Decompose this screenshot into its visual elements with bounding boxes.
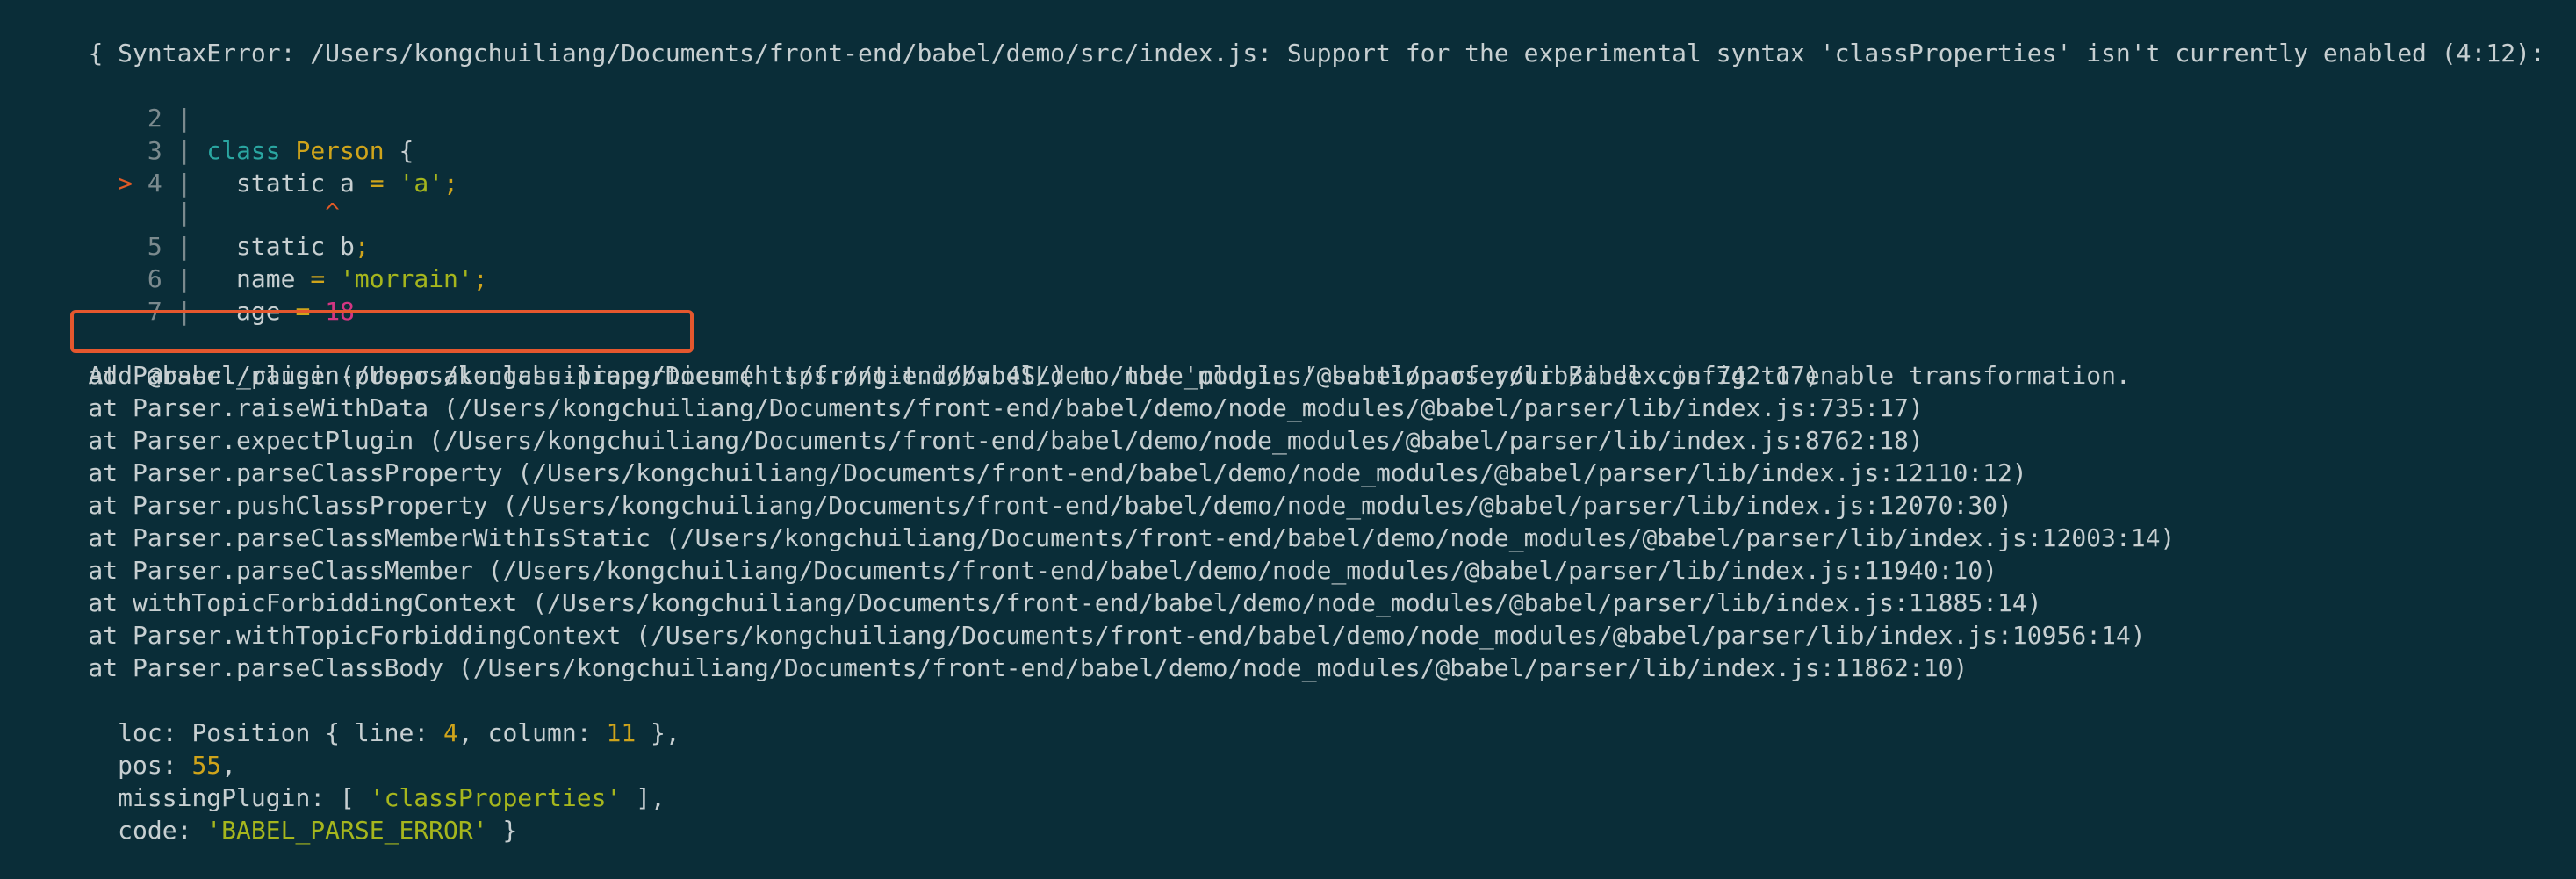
error-header: { SyntaxError: /Users/kongchuiliang/Docu… — [29, 4, 2544, 68]
plugin-highlight-box — [70, 310, 694, 353]
stack-frame: at Parser.parseClassMember (/Users/kongc… — [29, 556, 1998, 585]
stack-frame: at Parser.raiseWithData (/Users/kongchui… — [29, 393, 1924, 422]
code-line-7: 7 | age = 18 — [29, 263, 355, 326]
stack-frame: at Parser._raise (/Users/kongchuiliang/D… — [29, 361, 1820, 390]
prop-loc: loc: Position { line: 4, column: 11 }, — [88, 718, 680, 747]
code-line-3: 3 | class Person { — [29, 102, 414, 165]
code-line-5: 5 | static b; — [29, 198, 370, 261]
prop-pos: pos: 55, — [88, 751, 237, 780]
code-line-2: 2 | — [29, 69, 192, 133]
error-header-text: { SyntaxError: /Users/kongchuiliang/Docu… — [88, 39, 2545, 68]
stack-frame: at Parser.parseClassBody (/Users/kongchu… — [29, 653, 1968, 682]
stack-frame: at Parser.pushClassProperty (/Users/kong… — [29, 491, 2012, 520]
prop-missing-plugin: missingPlugin: [ 'classProperties' ], — [88, 783, 666, 812]
terminal-output: { SyntaxError: /Users/kongchuiliang/Docu… — [0, 0, 2576, 845]
stack-frame: at Parser.parseClassProperty (/Users/kon… — [29, 458, 2027, 487]
prop-code: code: 'BABEL_PARSE_ERROR' } — [88, 816, 518, 845]
code-line-4: > 4 | static a = 'a'; — [118, 169, 458, 198]
stack-frame: at Parser.withTopicForbiddingContext (/U… — [29, 621, 2146, 650]
code-line-6: 6 | name = 'morrain'; — [29, 230, 488, 293]
stack-frame: at withTopicForbiddingContext (/Users/ko… — [29, 588, 2042, 617]
stack-frame: at Parser.parseClassMemberWithIsStatic (… — [29, 523, 2176, 552]
stack-frame: at Parser.expectPlugin (/Users/kongchuil… — [29, 426, 1924, 455]
code-caret-line: | ^ — [118, 198, 341, 227]
